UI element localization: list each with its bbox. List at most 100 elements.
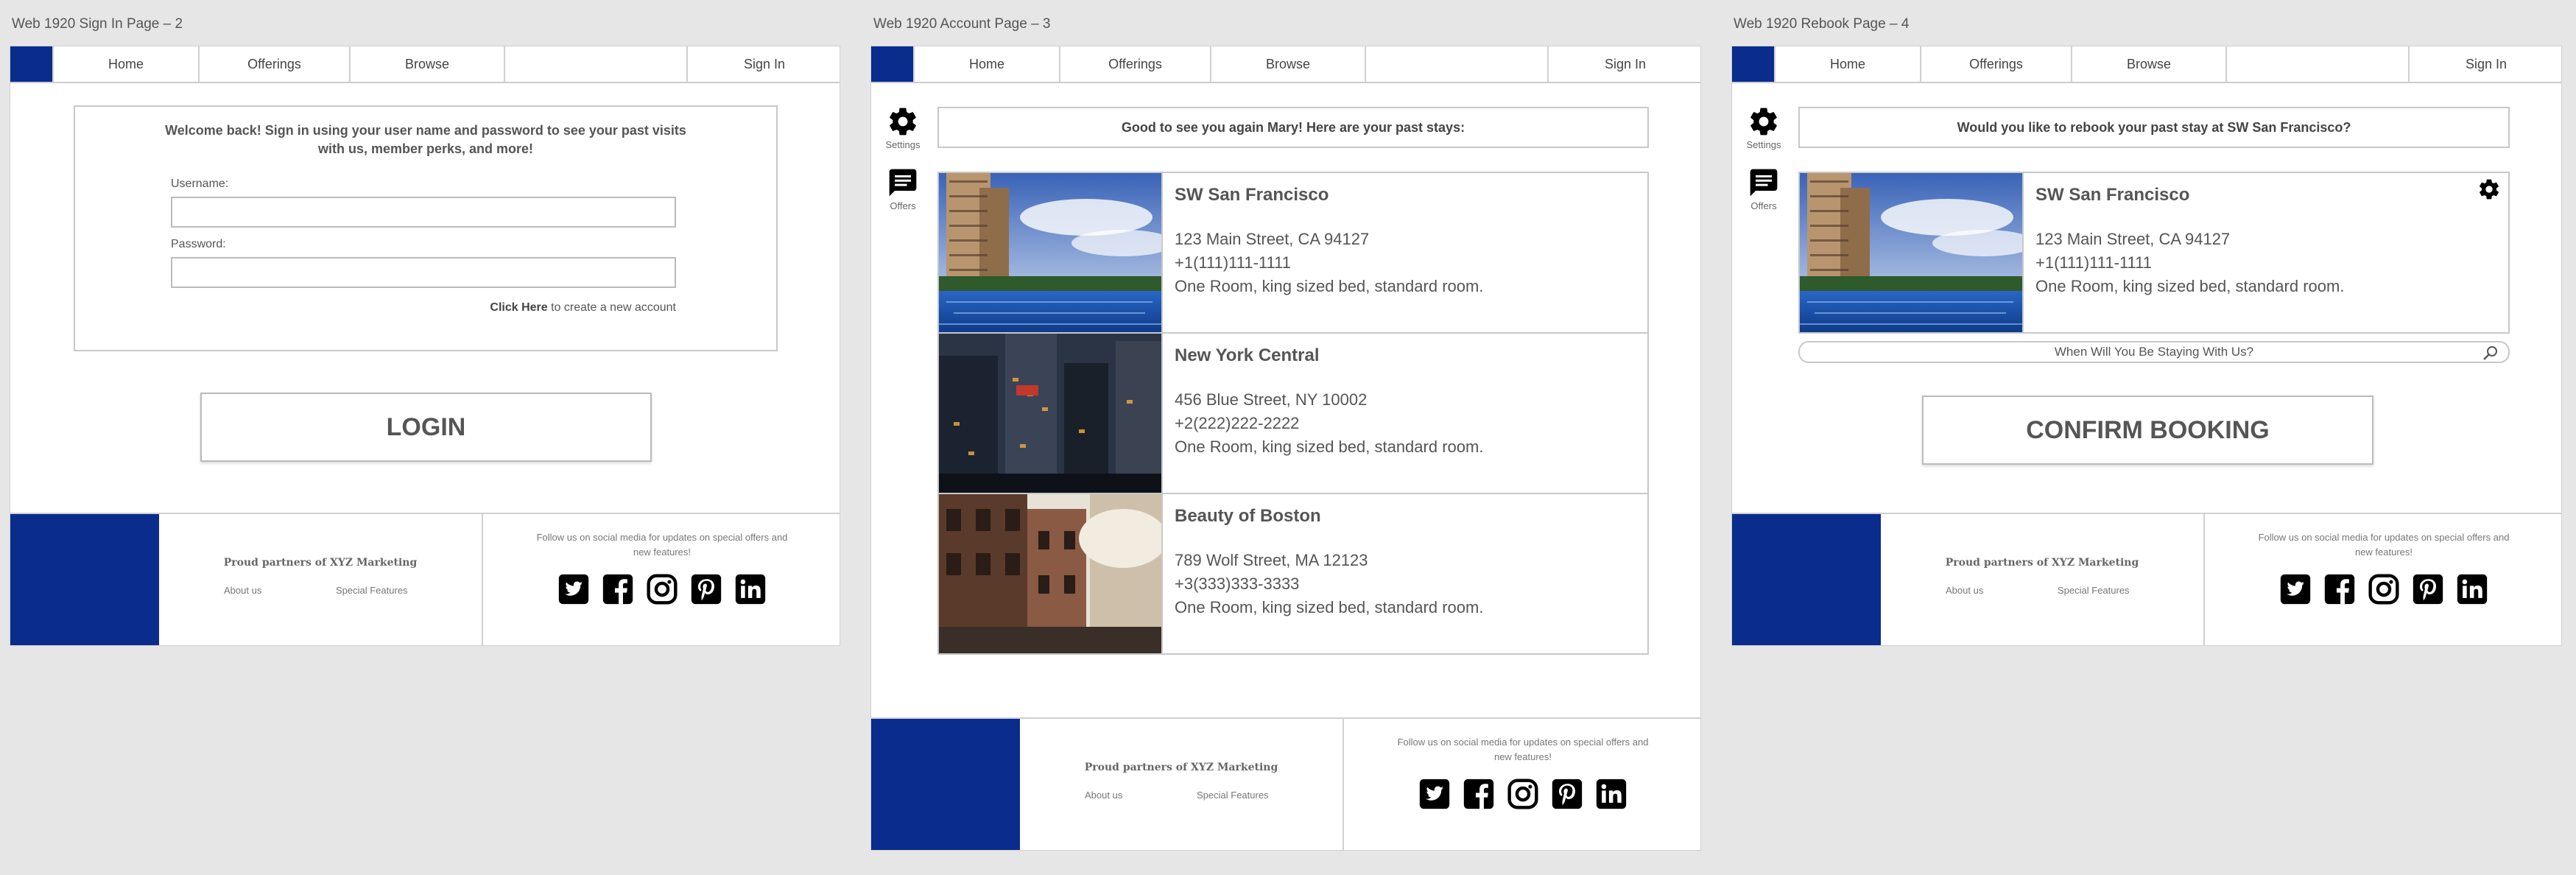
stay-name: New York Central <box>1175 345 1320 365</box>
top-nav: Home Offerings Browse Sign In <box>871 46 1700 83</box>
facebook-icon[interactable] <box>2323 573 2356 605</box>
linkedin-icon[interactable] <box>734 573 767 605</box>
nav-spacer <box>2225 46 2408 82</box>
stay-address: 123 Main Street, CA 94127 <box>1175 230 1370 248</box>
hotel-photo <box>939 173 1161 332</box>
linkedin-icon[interactable] <box>2456 573 2488 605</box>
click-here-link[interactable]: Click Here <box>490 301 547 314</box>
instagram-icon[interactable] <box>1507 778 1539 810</box>
partners-text: Proud partners of XYZ Marketing <box>1084 762 1278 773</box>
hotel-photo <box>1800 173 2022 332</box>
artboard-title-account: Web 1920 Account Page – 3 <box>873 16 1051 32</box>
pinterest-icon[interactable] <box>1551 778 1583 810</box>
password-field[interactable] <box>171 257 676 288</box>
offers-label[interactable]: Offers <box>1750 200 1776 211</box>
artboard-title-signin: Web 1920 Sign In Page – 2 <box>12 16 183 32</box>
create-account-text: to create a new account <box>547 301 676 314</box>
footer-social: Follow us on social media for updates on… <box>2205 514 2561 646</box>
chat-icon[interactable] <box>887 166 919 199</box>
twitter-icon[interactable] <box>1418 778 1451 810</box>
facebook-icon[interactable] <box>1463 778 1495 810</box>
follow-text: Follow us on social media for updates on… <box>536 532 788 558</box>
about-link[interactable]: About us <box>1946 585 1983 596</box>
follow-text: Follow us on social media for updates on… <box>2258 532 2510 558</box>
artboard-rebook: Home Offerings Browse Sign In Settings O… <box>1731 46 2562 646</box>
artboard-title-rebook: Web 1920 Rebook Page – 4 <box>1734 16 1910 32</box>
stay-address: 789 Wolf Street, MA 12123 <box>1175 551 1368 569</box>
nav-offerings[interactable]: Offerings <box>198 46 349 82</box>
linkedin-icon[interactable] <box>1595 778 1627 810</box>
nav-signin[interactable]: Sign In <box>686 46 840 82</box>
brand-logo[interactable] <box>10 46 52 82</box>
stay-name: Beauty of Boston <box>1175 506 1321 526</box>
greeting-banner: Good to see you again Mary! Here are you… <box>937 107 1649 148</box>
footer-logo <box>1732 514 1881 645</box>
login-button[interactable]: LOGIN <box>200 393 652 462</box>
stay-address: 123 Main Street, CA 94127 <box>2035 230 2231 248</box>
gear-icon[interactable] <box>2477 178 2501 201</box>
special-features-link[interactable]: Special Features <box>1197 790 1269 801</box>
about-link[interactable]: About us <box>1085 790 1122 801</box>
settings-label[interactable]: Settings <box>886 139 921 150</box>
nav-browse[interactable]: Browse <box>1210 46 1365 82</box>
search-icon[interactable] <box>2482 344 2499 362</box>
nav-signin[interactable]: Sign In <box>1547 46 1700 82</box>
brand-logo[interactable] <box>871 46 913 82</box>
nav-offerings[interactable]: Offerings <box>1059 46 1210 82</box>
stay-room: One Room, king sized bed, standard room. <box>2035 277 2345 295</box>
stay-card[interactable]: SW San Francisco 123 Main Street, CA 941… <box>937 172 1649 334</box>
footer: Proud partners of XYZ Marketing About us… <box>871 717 1700 851</box>
offers-label[interactable]: Offers <box>890 200 915 211</box>
footer-partners: Proud partners of XYZ Marketing About us… <box>1881 514 2205 645</box>
nav-spacer <box>1365 46 1547 82</box>
pinterest-icon[interactable] <box>2412 573 2444 605</box>
instagram-icon[interactable] <box>2368 573 2400 605</box>
username-field[interactable] <box>171 197 676 228</box>
footer: Proud partners of XYZ Marketing About us… <box>10 513 840 645</box>
confirm-booking-button[interactable]: CONFIRM BOOKING <box>1922 396 2373 465</box>
nav-browse[interactable]: Browse <box>349 46 504 82</box>
stay-address: 456 Blue Street, NY 10002 <box>1175 390 1368 409</box>
password-label: Password: <box>171 238 226 250</box>
chat-icon[interactable] <box>1748 166 1780 199</box>
date-search-bar[interactable]: When Will You Be Staying With Us? <box>1798 341 2510 363</box>
brand-logo[interactable] <box>1732 46 1774 82</box>
gear-icon[interactable] <box>887 105 919 138</box>
footer-partners: Proud partners of XYZ Marketing About us… <box>1020 719 1344 850</box>
special-features-link[interactable]: Special Features <box>336 585 408 596</box>
username-label: Username: <box>171 178 229 190</box>
nav-browse[interactable]: Browse <box>2071 46 2225 82</box>
gear-icon[interactable] <box>1748 105 1780 138</box>
footer-logo <box>871 719 1020 850</box>
stay-card: SW San Francisco 123 Main Street, CA 941… <box>1798 172 2510 334</box>
instagram-icon[interactable] <box>646 573 678 605</box>
partners-text: Proud partners of XYZ Marketing <box>223 557 418 569</box>
nav-spacer <box>504 46 686 82</box>
nav-home[interactable]: Home <box>913 46 1059 82</box>
welcome-text: Welcome back! Sign in using your user na… <box>165 123 686 156</box>
special-features-link[interactable]: Special Features <box>2058 585 2130 596</box>
twitter-icon[interactable] <box>2279 573 2312 605</box>
about-link[interactable]: About us <box>224 585 261 596</box>
nav-offerings[interactable]: Offerings <box>1920 46 2071 82</box>
top-nav: Home Offerings Browse Sign In <box>10 46 840 83</box>
nav-signin[interactable]: Sign In <box>2408 46 2561 82</box>
pinterest-icon[interactable] <box>690 573 722 605</box>
footer-social: Follow us on social media for updates on… <box>1344 719 1700 851</box>
partners-text: Proud partners of XYZ Marketing <box>1945 557 2139 569</box>
stay-phone: +1(111)111-1111 <box>2035 253 2152 272</box>
nav-home[interactable]: Home <box>52 46 198 82</box>
artboard-account: Home Offerings Browse Sign In Settings O… <box>870 46 1701 851</box>
stay-card[interactable]: New York Central 456 Blue Street, NY 100… <box>937 332 1649 494</box>
nav-home[interactable]: Home <box>1774 46 1920 82</box>
stay-room: One Room, king sized bed, standard room. <box>1175 437 1484 456</box>
side-menu: Settings Offers <box>881 105 924 228</box>
twitter-icon[interactable] <box>557 573 590 605</box>
stay-card[interactable]: Beauty of Boston 789 Wolf Street, MA 121… <box>937 493 1649 655</box>
settings-label[interactable]: Settings <box>1747 139 1781 150</box>
stay-room: One Room, king sized bed, standard room. <box>1175 277 1484 295</box>
artboard-signin: Home Offerings Browse Sign In Welcome ba… <box>10 46 840 646</box>
hotel-photo <box>939 334 1161 493</box>
facebook-icon[interactable] <box>602 573 634 605</box>
signin-card: Welcome back! Sign in using your user na… <box>74 105 778 351</box>
